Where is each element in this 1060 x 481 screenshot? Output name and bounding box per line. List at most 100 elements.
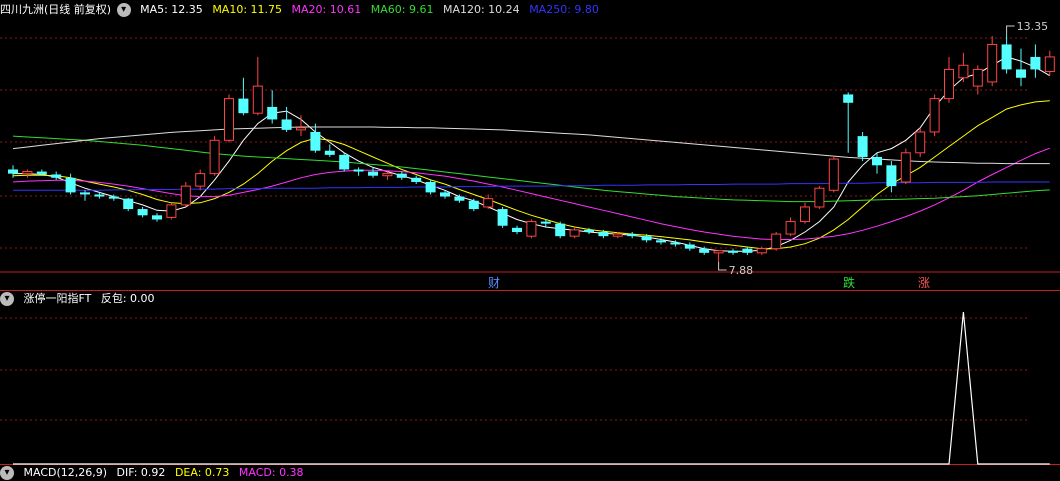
candle-body	[641, 236, 652, 241]
candle	[123, 197, 134, 212]
candle-body	[526, 221, 537, 237]
candle-body	[756, 248, 767, 254]
low-marker	[718, 262, 727, 271]
candle-body	[180, 185, 191, 206]
candle-body	[339, 154, 350, 170]
candle-body	[857, 136, 868, 157]
candle-body	[368, 171, 378, 176]
candle-body	[195, 173, 206, 187]
candle	[843, 92, 854, 153]
candle-body	[281, 119, 292, 130]
candle	[296, 115, 306, 137]
candle	[238, 77, 249, 116]
candle-body	[108, 196, 119, 199]
candle	[497, 206, 508, 228]
candle-body	[929, 98, 940, 133]
candle-body	[123, 198, 134, 210]
candle	[814, 186, 825, 210]
candle	[800, 202, 810, 224]
candle	[1044, 50, 1055, 76]
candle	[915, 127, 926, 157]
candle-body	[497, 209, 508, 226]
high-price-label: 13.35	[1017, 20, 1049, 33]
candle	[1001, 34, 1012, 74]
ma120-line	[12, 126, 1050, 165]
candle-body	[915, 131, 926, 154]
candle	[785, 217, 796, 237]
candle-body	[353, 169, 364, 172]
candle-body	[209, 139, 220, 175]
candle-body	[569, 229, 580, 237]
candle	[324, 144, 335, 157]
candle-body	[958, 64, 969, 79]
candle-body	[814, 187, 825, 208]
candle	[1030, 44, 1041, 78]
candle-body	[252, 85, 263, 114]
candle-body	[166, 204, 177, 218]
candle-body	[627, 234, 638, 237]
candle-body	[137, 209, 148, 216]
candle-body	[684, 244, 695, 249]
candle	[411, 175, 422, 185]
candle-body	[1044, 56, 1055, 73]
candle-body	[612, 233, 623, 237]
candle-body	[440, 192, 450, 197]
event-marker: 涨	[918, 275, 930, 290]
candle	[713, 250, 724, 262]
candle-body	[324, 150, 335, 155]
high-marker	[1006, 25, 1015, 34]
candle	[569, 227, 580, 239]
candle	[944, 56, 954, 103]
price-chart[interactable]: 13.35 7.88 财 跌 涨	[0, 0, 1060, 479]
candle-body	[872, 156, 882, 166]
candle-body	[425, 181, 436, 193]
candle-body	[483, 198, 494, 208]
candle-body	[828, 158, 839, 191]
candle-body	[742, 248, 753, 253]
candle	[627, 231, 638, 239]
candle-body	[8, 169, 18, 174]
candle-body	[36, 171, 47, 175]
indicator-line	[13, 311, 1050, 465]
candle-body	[1001, 44, 1012, 70]
candle	[396, 171, 407, 180]
candle-body	[987, 43, 998, 83]
candle-body	[382, 173, 393, 177]
candle	[22, 169, 33, 178]
candle-body	[310, 131, 321, 151]
candle	[425, 179, 436, 195]
candle	[152, 213, 162, 222]
candle	[728, 248, 738, 255]
candle	[310, 123, 321, 153]
candle-body	[454, 196, 465, 201]
candle-body	[540, 221, 551, 224]
candle-body	[94, 194, 105, 197]
candle	[526, 219, 537, 239]
candle-body	[296, 127, 306, 131]
candle	[555, 221, 566, 239]
candle-body	[267, 106, 278, 120]
candle-body	[771, 233, 782, 250]
candle-body	[699, 248, 710, 253]
candle-body	[944, 68, 954, 100]
candle-body	[900, 152, 911, 183]
candle-body	[555, 223, 566, 237]
candle	[353, 167, 364, 176]
candle-body	[411, 177, 422, 182]
candle	[958, 52, 969, 82]
candle	[468, 198, 479, 212]
candle	[857, 131, 868, 162]
candle	[224, 94, 234, 143]
candle	[209, 136, 220, 176]
candle-body	[65, 177, 76, 193]
candle-body	[1016, 69, 1026, 78]
candle-body	[713, 250, 724, 254]
candle-body	[468, 200, 479, 210]
candle-body	[656, 240, 666, 243]
candle-body	[22, 171, 33, 175]
candle-body	[1030, 56, 1041, 70]
candle-body	[886, 165, 897, 187]
candle-body	[785, 221, 796, 235]
candle-body	[152, 215, 162, 220]
candle-body	[396, 173, 407, 178]
